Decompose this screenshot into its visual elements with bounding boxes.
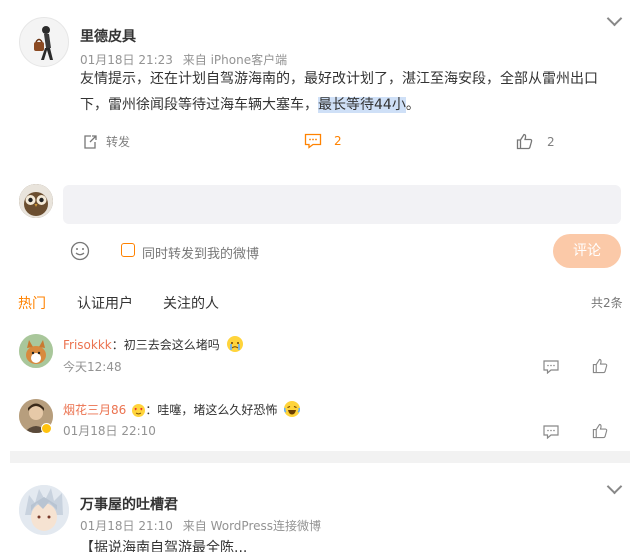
comment-like-button[interactable] bbox=[592, 423, 608, 443]
comment-body: 烟花三月86 ：哇噻，堵这么久好恐怖 bbox=[63, 399, 301, 418]
comment-count: 2 bbox=[334, 134, 342, 148]
author-name[interactable]: 万事屋的吐槽君 bbox=[80, 494, 178, 514]
emoji-icon bbox=[70, 241, 90, 261]
post-text-end: 。 bbox=[405, 97, 420, 113]
tab-verified[interactable]: 认证用户 bbox=[77, 293, 133, 313]
post-meta: 01月18日 21:10 来自 WordPress连接微博 bbox=[80, 517, 321, 534]
reply-button[interactable] bbox=[543, 359, 559, 378]
comment-text: ：哇噻，堵这么久好恐怖 bbox=[145, 403, 278, 417]
author-avatar[interactable] bbox=[19, 17, 69, 67]
comment-icon bbox=[304, 133, 322, 149]
sync-label: 同时转发到我的微博 bbox=[142, 247, 260, 262]
comment-like-button[interactable] bbox=[592, 358, 608, 378]
post-text-highlight: 最长等待44小 bbox=[318, 97, 406, 113]
author-avatar-figure bbox=[34, 26, 53, 60]
tab-following[interactable]: 关注的人 bbox=[163, 293, 219, 313]
comment-username[interactable]: Frisokkk bbox=[63, 338, 112, 352]
comment-input[interactable] bbox=[63, 185, 621, 224]
like-button[interactable]: 2 bbox=[516, 133, 555, 150]
comment-body: Frisokkk：初三去会这么堵吗 bbox=[63, 334, 243, 353]
post-source[interactable]: 来自 WordPress连接微博 bbox=[183, 519, 321, 533]
submit-comment-button[interactable]: 评论 bbox=[553, 234, 621, 268]
comment-total: 共2条 bbox=[591, 296, 623, 310]
post-text: 【据说海南自驾游最全陈... bbox=[80, 540, 248, 552]
like-count: 2 bbox=[547, 134, 555, 149]
comment-text: ：初三去会这么堵吗 bbox=[111, 338, 220, 352]
emoji-button[interactable] bbox=[70, 241, 90, 265]
reply-icon bbox=[543, 360, 559, 375]
author-avatar[interactable] bbox=[19, 485, 69, 535]
repost-label: 转发 bbox=[106, 135, 131, 149]
post-text: 友情提示，还在计划自驾游海南的，最好改计划了，湛江至海安段，全部从雷州出口下，雷… bbox=[80, 66, 610, 118]
repost-icon bbox=[84, 134, 97, 149]
chevron-down-icon[interactable] bbox=[606, 10, 623, 27]
chevron-down-icon[interactable] bbox=[606, 478, 623, 495]
verified-badge-icon bbox=[41, 423, 52, 434]
thumb-icon bbox=[592, 358, 608, 374]
corgi-avatar-figure bbox=[19, 334, 53, 368]
laughing-emoji-icon bbox=[284, 401, 301, 417]
owl-avatar-figure bbox=[19, 184, 53, 218]
thumb-icon bbox=[592, 423, 608, 439]
comment-username[interactable]: 烟花三月86 bbox=[63, 403, 126, 417]
author-name[interactable]: 里德皮具 bbox=[80, 26, 136, 46]
like-icon bbox=[516, 133, 533, 150]
repost-button[interactable]: 转发 bbox=[82, 133, 130, 150]
comment-time: 01月18日 22:10 bbox=[63, 424, 156, 438]
reply-button[interactable] bbox=[543, 424, 559, 443]
crying-emoji-icon bbox=[226, 336, 243, 352]
post-date[interactable]: 01月18日 21:10 bbox=[80, 519, 173, 533]
heart-eyes-badge-icon bbox=[132, 404, 146, 417]
comment-button[interactable]: 2 bbox=[304, 133, 342, 149]
anime-avatar-figure bbox=[19, 485, 69, 535]
my-avatar[interactable] bbox=[19, 184, 53, 218]
comment-time: 今天12:48 bbox=[63, 360, 122, 374]
post-source[interactable]: 来自 iPhone客户端 bbox=[183, 53, 287, 67]
tab-hot[interactable]: 热门 bbox=[18, 293, 46, 313]
reply-icon bbox=[543, 425, 559, 440]
post-date[interactable]: 01月18日 21:23 bbox=[80, 53, 173, 67]
comment-avatar[interactable] bbox=[19, 334, 53, 368]
sync-checkbox[interactable] bbox=[121, 243, 135, 257]
post-divider bbox=[10, 451, 630, 463]
